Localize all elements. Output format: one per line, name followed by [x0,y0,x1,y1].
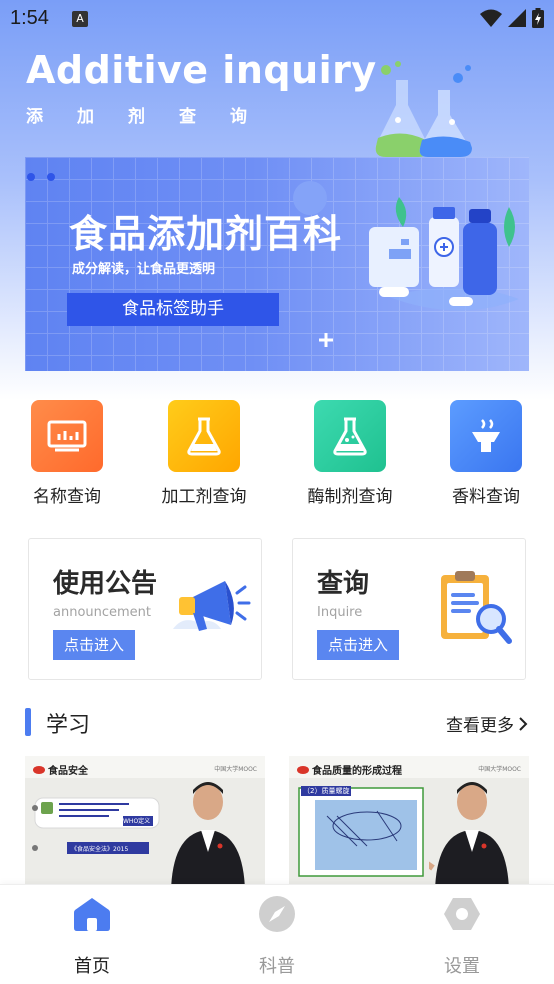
slide-diagram [298,787,424,877]
banner-subtitle: 成分解读，让食品更透明 [72,262,216,277]
compass-icon [258,895,296,933]
slide-law-label: 《食品安全法》2015 [71,846,129,853]
app-subtitle: 添加剂查询 [26,107,281,127]
bottom-tab-bar: 首页 科普 设置 [0,884,554,984]
feature-label: 名称查询 [33,487,101,507]
tab-label: 首页 [74,956,110,977]
megaphone-icon [173,581,251,631]
food-label-assistant-button[interactable]: 食品标签助手 [67,293,279,326]
see-more-label: 查看更多 [446,716,514,736]
announcement-card[interactable]: 使用公告 announcement 点击进入 [28,538,262,680]
wifi-icon [480,9,502,27]
card-title: 查询 [317,569,370,599]
inquire-card[interactable]: 查询 Inquire 点击进入 [292,538,526,680]
plus-decoration [319,333,333,347]
video-thumbnail[interactable]: 食品安全 中国大学MOOC WHO定义 《食品安全法》2015 [25,756,265,886]
notification-icon: A [72,11,88,27]
home-icon [73,895,111,933]
video-thumbnail[interactable]: 食品质量的形成过程 中国大学MOOC （2）质量螺旋 [289,756,529,886]
card-title: 使用公告 [53,569,158,599]
feature-grid: 名称查询 加工剂查询 酶制剂查询 香料查询 [0,400,554,510]
video-tag-label: 食品安全 [48,766,88,777]
status-icons [480,8,544,28]
flask-icon [168,400,240,472]
slide-box-label: （2）质量螺旋 [301,786,352,796]
feature-flavor-query[interactable]: 香料查询 [431,400,541,507]
promo-banner[interactable]: 食品添加剂百科 成分解读，让食品更透明 食品标签助手 [25,157,529,371]
video-tag-label: 食品质量的形成过程 [312,766,402,777]
feature-name-query[interactable]: 名称查询 [12,400,122,507]
banner-dots-decoration [27,173,55,181]
red-logo-icon [297,765,309,774]
tab-label: 设置 [444,956,480,977]
clipboard-search-icon [441,571,512,644]
slide-box-label: WHO定义 [123,818,151,825]
section-title: 学习 [46,713,91,738]
tab-science[interactable]: 科普 [217,885,337,984]
chart-icon [31,400,103,472]
feature-label: 酶制剂查询 [307,487,393,507]
see-more-link[interactable]: 查看更多 [446,711,528,736]
red-logo-icon [33,765,45,774]
lecturer-image [429,782,509,886]
feature-label: 香料查询 [452,487,520,507]
announcement-enter-button[interactable]: 点击进入 [53,630,135,660]
feature-label: 加工剂查询 [161,487,247,507]
video-tag: 食品安全 [33,762,88,777]
feature-enzyme-query[interactable]: 酶制剂查询 [295,400,405,507]
battery-icon [532,8,544,28]
app-title: Additive inquiry [26,48,377,92]
inquire-enter-button[interactable]: 点击进入 [317,630,399,660]
tab-label: 科普 [259,956,295,977]
slide-content [32,797,160,854]
incense-icon [450,400,522,472]
status-bar: 1:54 A [0,0,554,40]
beaker-icon [314,400,386,472]
feature-processing-aid-query[interactable]: 加工剂查询 [149,400,259,507]
card-subtitle: Inquire [317,605,363,620]
tab-home[interactable]: 首页 [32,885,152,984]
chemistry-flask-illustration [375,61,472,157]
chevron-right-icon [519,716,528,731]
card-subtitle: announcement [53,605,152,620]
lecturer-image [171,782,245,886]
banner-title: 食品添加剂百科 [69,212,343,256]
video-tag: 食品质量的形成过程 [297,762,402,777]
status-time: 1:54 [10,7,49,29]
hexagon-settings-icon [443,895,481,933]
signal-icon [508,9,526,27]
medicine-bottles-illustration [369,197,519,311]
tab-settings[interactable]: 设置 [402,885,522,984]
section-accent-bar [25,708,31,736]
